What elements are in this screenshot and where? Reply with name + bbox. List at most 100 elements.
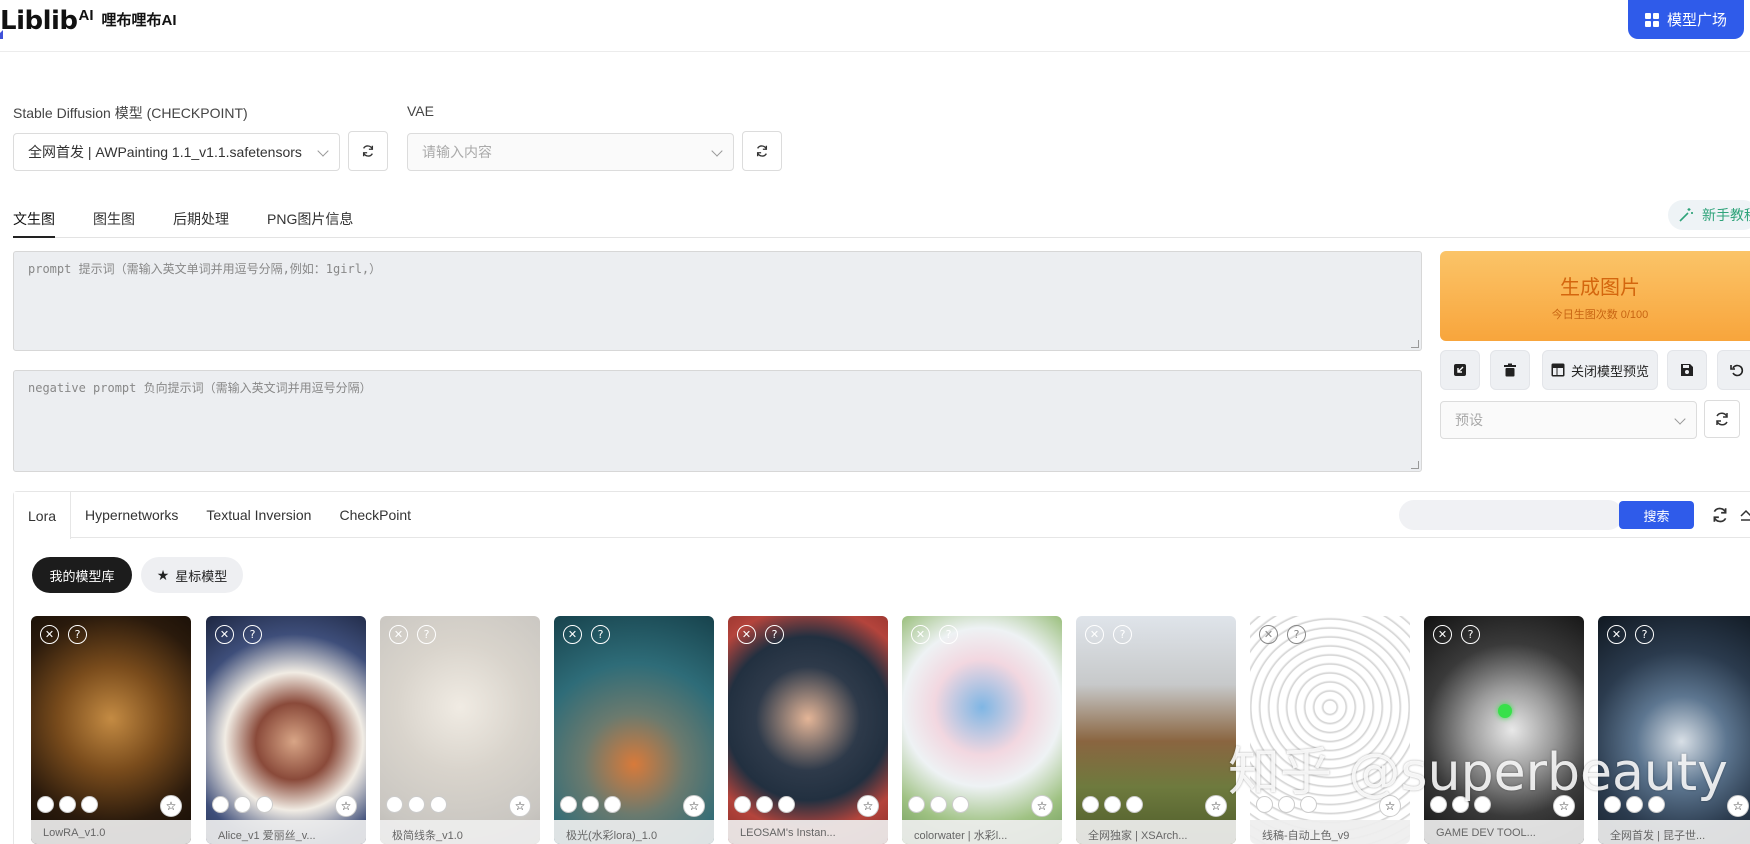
camera-icon[interactable]: [1126, 796, 1143, 813]
close-icon[interactable]: ✕: [1433, 625, 1452, 644]
edit-icon[interactable]: [1430, 796, 1447, 813]
star-icon[interactable]: ☆: [683, 795, 705, 817]
image-icon[interactable]: [59, 796, 76, 813]
edit-icon[interactable]: [1082, 796, 1099, 813]
close-model-preview-button[interactable]: 关闭模型预览: [1542, 350, 1658, 390]
star-icon[interactable]: ☆: [509, 795, 531, 817]
generate-button[interactable]: 生成图片 今日生图次数 0/100: [1440, 251, 1750, 341]
preset-refresh-button[interactable]: [1704, 400, 1740, 438]
image-icon[interactable]: [1104, 796, 1121, 813]
camera-icon[interactable]: [604, 796, 621, 813]
negative-prompt-input[interactable]: negative prompt 负向提示词（需输入英文词并用逗号分隔）: [13, 370, 1422, 472]
image-icon[interactable]: [756, 796, 773, 813]
image-icon[interactable]: [1452, 796, 1469, 813]
my-models-pill[interactable]: 我的模型库: [32, 557, 132, 593]
collapse-button[interactable]: [1740, 506, 1750, 529]
library-search-button[interactable]: 搜索: [1619, 501, 1694, 529]
tab-png-info[interactable]: PNG图片信息: [267, 204, 353, 238]
help-icon[interactable]: ?: [939, 625, 958, 644]
resize-handle-icon[interactable]: [1411, 340, 1419, 348]
close-icon[interactable]: ✕: [215, 625, 234, 644]
close-icon[interactable]: ✕: [563, 625, 582, 644]
close-icon[interactable]: ✕: [911, 625, 930, 644]
close-icon[interactable]: ✕: [40, 625, 59, 644]
model-card[interactable]: ✕ ? ☆ LowRA_v1.0: [31, 616, 191, 844]
star-icon[interactable]: ☆: [1553, 795, 1575, 817]
star-icon[interactable]: ☆: [1379, 795, 1401, 817]
model-card[interactable]: ✕ ? ☆ colorwater | 水彩l...: [902, 616, 1062, 844]
vae-refresh-button[interactable]: [742, 131, 782, 171]
tab-img2img[interactable]: 图生图: [93, 204, 135, 238]
prompt-input[interactable]: prompt 提示词（需输入英文单词并用逗号分隔,例如：1girl,）: [13, 251, 1422, 351]
close-icon[interactable]: ✕: [389, 625, 408, 644]
edit-icon[interactable]: [1256, 796, 1273, 813]
help-icon[interactable]: ?: [243, 625, 262, 644]
star-icon[interactable]: ☆: [1031, 795, 1053, 817]
image-icon[interactable]: [1278, 796, 1295, 813]
edit-icon[interactable]: [212, 796, 229, 813]
edit-icon[interactable]: [908, 796, 925, 813]
model-card[interactable]: ✕ ? ☆ Alice_v1 爱丽丝_v...: [206, 616, 366, 844]
model-card[interactable]: ✕ ? ☆ 极光(水彩lora)_1.0: [554, 616, 714, 844]
star-icon[interactable]: ☆: [1205, 795, 1227, 817]
checkpoint-select[interactable]: 全网首发 | AWPainting 1.1_v1.1.safetensors: [13, 133, 340, 171]
camera-icon[interactable]: [256, 796, 273, 813]
starred-models-pill[interactable]: ★ 星标模型: [141, 557, 243, 593]
tab-hypernetworks[interactable]: Hypernetworks: [71, 492, 192, 537]
model-card[interactable]: ✕ ? ☆ 全网首发 | 昆子世...: [1598, 616, 1750, 844]
help-icon[interactable]: ?: [1635, 625, 1654, 644]
tab-txt2img[interactable]: 文生图: [13, 204, 55, 238]
help-icon[interactable]: ?: [1113, 625, 1132, 644]
tab-postprocess[interactable]: 后期处理: [173, 204, 229, 238]
model-square-button[interactable]: 模型广场: [1628, 0, 1744, 39]
checkpoint-refresh-button[interactable]: [348, 131, 388, 171]
image-icon[interactable]: [408, 796, 425, 813]
star-icon[interactable]: ☆: [160, 795, 182, 817]
help-icon[interactable]: ?: [68, 625, 87, 644]
star-icon[interactable]: ☆: [1727, 795, 1749, 817]
model-card[interactable]: ✕ ? ☆ GAME DEV TOOL...: [1424, 616, 1584, 844]
liblib-logo[interactable]: Liblib AI 哩布哩布AI: [0, 6, 177, 39]
edit-icon[interactable]: [386, 796, 403, 813]
camera-icon[interactable]: [778, 796, 795, 813]
clear-button[interactable]: [1490, 350, 1530, 390]
camera-icon[interactable]: [81, 796, 98, 813]
model-card[interactable]: ✕ ? ☆ LEOSAM's Instan...: [728, 616, 888, 844]
help-icon[interactable]: ?: [1461, 625, 1480, 644]
edit-icon[interactable]: [560, 796, 577, 813]
model-card[interactable]: ✕ ? ☆ 全网独家 | XSArch...: [1076, 616, 1236, 844]
close-icon[interactable]: ✕: [1259, 625, 1278, 644]
star-icon[interactable]: ☆: [335, 795, 357, 817]
tab-checkpoint[interactable]: CheckPoint: [325, 492, 425, 537]
help-icon[interactable]: ?: [765, 625, 784, 644]
image-icon[interactable]: [1626, 796, 1643, 813]
camera-icon[interactable]: [1648, 796, 1665, 813]
help-icon[interactable]: ?: [417, 625, 436, 644]
camera-icon[interactable]: [1474, 796, 1491, 813]
reset-button[interactable]: [1717, 350, 1750, 390]
edit-icon[interactable]: [734, 796, 751, 813]
tab-textual-inversion[interactable]: Textual Inversion: [192, 492, 325, 537]
close-icon[interactable]: ✕: [1607, 625, 1626, 644]
help-icon[interactable]: ?: [1287, 625, 1306, 644]
tutorial-button[interactable]: 新手教程: [1668, 200, 1750, 230]
tab-lora[interactable]: Lora: [14, 492, 72, 539]
close-icon[interactable]: ✕: [1085, 625, 1104, 644]
image-icon[interactable]: [234, 796, 251, 813]
library-search-input[interactable]: [1399, 500, 1623, 530]
camera-icon[interactable]: [430, 796, 447, 813]
edit-icon[interactable]: [37, 796, 54, 813]
vae-select[interactable]: 请输入内容: [407, 133, 734, 171]
help-icon[interactable]: ?: [591, 625, 610, 644]
camera-icon[interactable]: [1300, 796, 1317, 813]
library-refresh-button[interactable]: [1711, 506, 1729, 529]
star-icon[interactable]: ☆: [857, 795, 879, 817]
save-style-button[interactable]: [1667, 350, 1707, 390]
camera-icon[interactable]: [952, 796, 969, 813]
send-params-button[interactable]: [1440, 350, 1480, 390]
resize-handle-icon[interactable]: [1411, 461, 1419, 469]
model-card[interactable]: ✕ ? ☆ 极简线条_v1.0: [380, 616, 540, 844]
preset-select[interactable]: 预设: [1440, 401, 1697, 439]
image-icon[interactable]: [930, 796, 947, 813]
model-card[interactable]: ✕ ? ☆ 线稿-自动上色_v9: [1250, 616, 1410, 844]
